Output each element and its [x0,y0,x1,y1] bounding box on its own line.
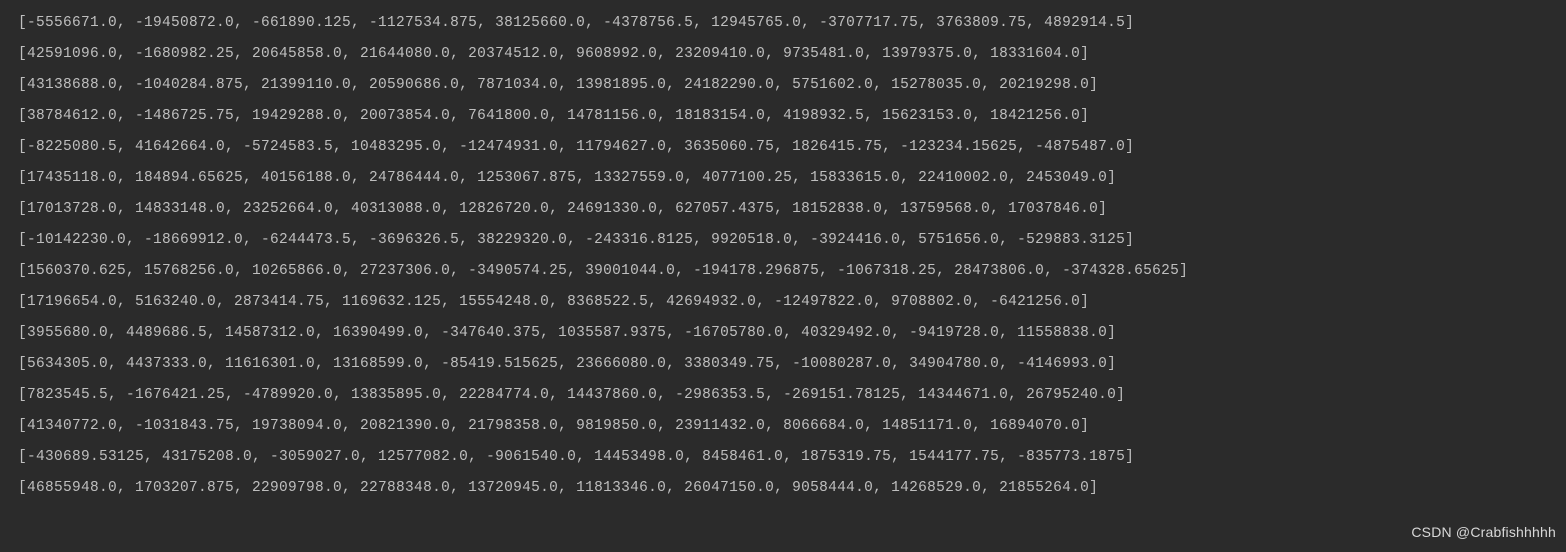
output-line: [17013728.0, 14833148.0, 23252664.0, 403… [18,194,1548,225]
console-output: [-5556671.0, -19450872.0, -661890.125, -… [18,8,1548,504]
output-line: [-430689.53125, 43175208.0, -3059027.0, … [18,442,1548,473]
output-line: [7823545.5, -1676421.25, -4789920.0, 138… [18,380,1548,411]
output-line: [-10142230.0, -18669912.0, -6244473.5, -… [18,225,1548,256]
output-line: [1560370.625, 15768256.0, 10265866.0, 27… [18,256,1548,287]
output-line: [41340772.0, -1031843.75, 19738094.0, 20… [18,411,1548,442]
output-line: [17196654.0, 5163240.0, 2873414.75, 1169… [18,287,1548,318]
output-line: [3955680.0, 4489686.5, 14587312.0, 16390… [18,318,1548,349]
output-line: [-5556671.0, -19450872.0, -661890.125, -… [18,8,1548,39]
output-line: [17435118.0, 184894.65625, 40156188.0, 2… [18,163,1548,194]
watermark: CSDN @Crabfishhhhh [1411,517,1556,548]
output-line: [-8225080.5, 41642664.0, -5724583.5, 104… [18,132,1548,163]
output-line: [42591096.0, -1680982.25, 20645858.0, 21… [18,39,1548,70]
output-line: [5634305.0, 4437333.0, 11616301.0, 13168… [18,349,1548,380]
output-line: [43138688.0, -1040284.875, 21399110.0, 2… [18,70,1548,101]
output-line: [38784612.0, -1486725.75, 19429288.0, 20… [18,101,1548,132]
output-line: [46855948.0, 1703207.875, 22909798.0, 22… [18,473,1548,504]
